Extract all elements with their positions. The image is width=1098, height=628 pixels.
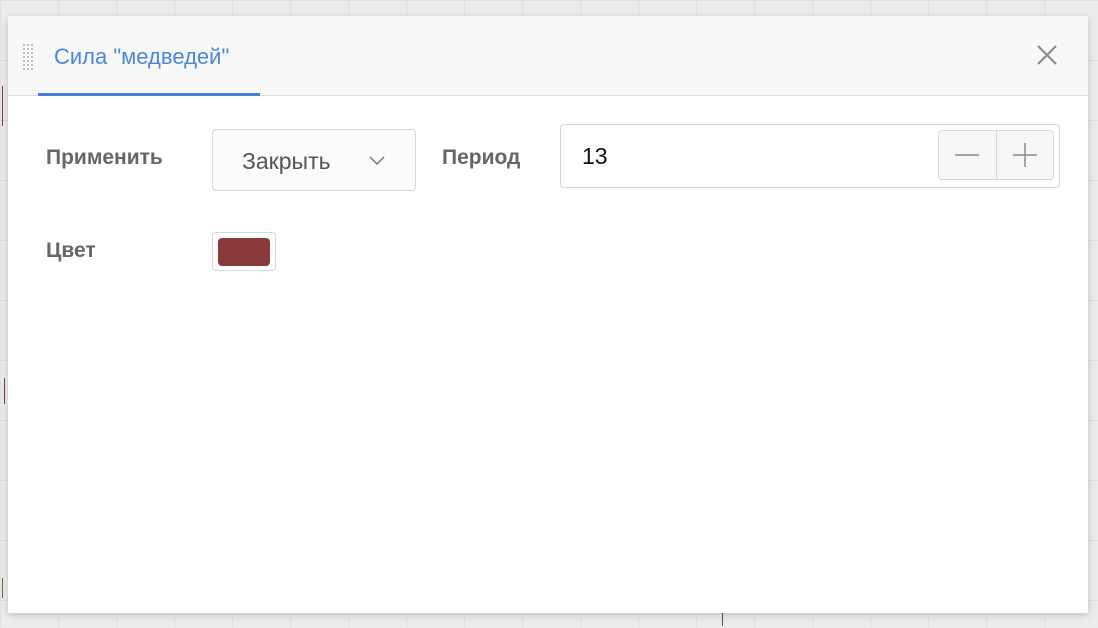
- period-input[interactable]: [562, 126, 932, 186]
- stepper-buttons: [938, 130, 1054, 180]
- candle: [722, 612, 723, 626]
- minus-icon: [955, 154, 980, 156]
- increment-button[interactable]: [995, 131, 1054, 179]
- settings-dialog: Сила "медведей" Применить Закрыть Период: [8, 16, 1088, 613]
- candle: [2, 86, 3, 126]
- close-icon: [1037, 45, 1057, 65]
- tab-indicator-settings[interactable]: Сила "медведей": [38, 16, 260, 96]
- period-stepper: [560, 124, 1060, 188]
- tab-label: Сила "медведей": [54, 44, 230, 69]
- close-button[interactable]: [1032, 40, 1062, 70]
- dialog-body: Применить Закрыть Период 13 Цвет: [8, 96, 1088, 613]
- apply-select[interactable]: Закрыть: [212, 129, 416, 191]
- candle: [2, 578, 3, 598]
- plus-icon: [1012, 143, 1037, 167]
- apply-label: Применить: [46, 146, 163, 169]
- color-swatch-fill: [218, 238, 270, 266]
- chevron-down-icon: [369, 156, 385, 166]
- color-picker-button[interactable]: [212, 232, 276, 271]
- drag-handle-icon[interactable]: [22, 43, 33, 71]
- candle: [4, 378, 5, 404]
- period-label: Период: [442, 146, 521, 169]
- color-label: Цвет: [46, 239, 96, 262]
- decrement-button[interactable]: [939, 131, 996, 179]
- dialog-header: Сила "медведей": [8, 16, 1088, 96]
- apply-select-value: Закрыть: [242, 148, 331, 174]
